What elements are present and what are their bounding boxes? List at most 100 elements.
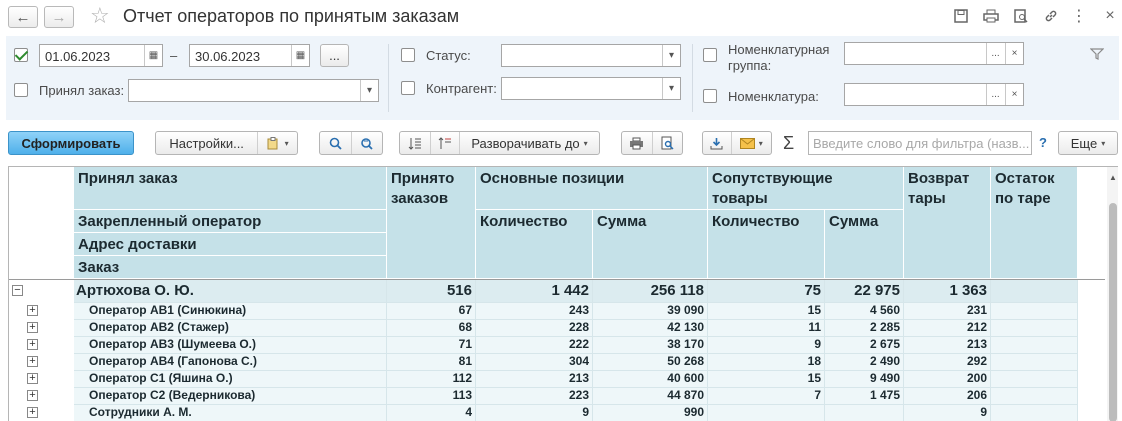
date-separator: – [170, 48, 178, 63]
row-accepted: 71 [458, 337, 472, 351]
accepted-checkbox[interactable] [14, 83, 28, 97]
expand-icon[interactable]: + [27, 356, 38, 367]
date-from-field[interactable]: 01.06.2023 ▦ [39, 44, 163, 67]
row-rel-sum: 4 560 [869, 303, 900, 317]
row-rest [991, 353, 1074, 370]
variants-icon[interactable]: ▾ [257, 132, 297, 154]
more-button[interactable]: Еще ▾ [1058, 131, 1118, 155]
header-return-line1: Возврат [908, 170, 970, 187]
download-icon[interactable] [703, 132, 731, 154]
grid-line [74, 319, 1078, 320]
filter-funnel-icon[interactable] [1089, 47, 1105, 64]
forward-button[interactable]: → [44, 6, 74, 28]
preview-icon[interactable] [1011, 6, 1031, 26]
nomenclature-field[interactable]: ... × [844, 83, 1024, 106]
print-group [621, 131, 683, 155]
print-preview-icon[interactable] [651, 132, 683, 154]
find-next-icon[interactable] [351, 132, 382, 154]
arrow-left-icon: ← [15, 8, 31, 26]
row-return: 292 [966, 354, 987, 368]
grid-line [592, 280, 593, 421]
export-group: ▾ [702, 131, 772, 155]
header-rest: Остаток по таре [991, 167, 1078, 279]
row-qty: 222 [568, 337, 589, 351]
group-qty: 1 442 [551, 282, 589, 299]
status-checkbox[interactable] [401, 48, 415, 62]
expand-all-icon[interactable] [400, 132, 430, 154]
choose-button[interactable]: ... [986, 43, 1004, 64]
expand-icon[interactable]: + [27, 373, 38, 384]
calendar-icon[interactable]: ▦ [144, 45, 162, 66]
divider [388, 44, 389, 112]
row-rel-sum [825, 404, 900, 421]
header-address: Адрес доставки [74, 233, 387, 256]
collapse-icon[interactable]: − [12, 285, 23, 296]
counterparty-label: Контрагент: [426, 81, 497, 96]
expand-to-label: Разворачивать до [471, 135, 580, 151]
settings-button[interactable]: Настройки... ▾ [155, 131, 298, 155]
accepted-field[interactable]: ▾ [128, 79, 379, 102]
grid-line [824, 280, 825, 421]
row-qty: 223 [568, 388, 589, 402]
counterparty-checkbox[interactable] [401, 81, 415, 95]
search-input[interactable]: Введите слово для фильтра (назв... [808, 131, 1032, 155]
help-icon[interactable]: ? [1039, 135, 1047, 150]
arrow-right-icon: → [51, 8, 67, 26]
grid-line [386, 280, 387, 421]
row-name: Оператор С1 (Яшина О.) [89, 371, 233, 385]
back-button[interactable]: ← [8, 6, 38, 28]
clear-icon[interactable]: × [1005, 84, 1023, 105]
expand-icon[interactable]: + [27, 339, 38, 350]
row-qty: 9 [582, 405, 589, 419]
row-name: Сотрудники А. М. [89, 405, 192, 419]
choose-button[interactable]: ... [986, 84, 1004, 105]
collapse-all-icon[interactable] [430, 132, 459, 154]
generate-button[interactable]: Сформировать [8, 131, 134, 155]
nom-group-checkbox[interactable] [703, 48, 717, 62]
row-name: Оператор АВ1 (Синюкина) [89, 303, 247, 317]
clear-icon[interactable]: × [1005, 43, 1023, 64]
expand-icon[interactable]: + [27, 305, 38, 316]
print-icon[interactable] [622, 132, 652, 154]
expand-icon[interactable]: + [27, 390, 38, 401]
print-icon[interactable] [981, 6, 1001, 26]
nomenclature-checkbox[interactable] [703, 89, 717, 103]
header-rest-line1: Остаток [995, 170, 1055, 187]
period-checkbox[interactable] [14, 48, 28, 62]
date-from-value: 01.06.2023 [45, 49, 111, 64]
status-field[interactable]: ▾ [501, 44, 681, 67]
header-return: Возврат тары [904, 167, 991, 279]
header-related-line1: Сопутствующие [712, 170, 833, 187]
expand-icon[interactable]: + [27, 322, 38, 333]
counterparty-field[interactable]: ▾ [501, 77, 681, 100]
header-accepted-count-line2: заказов [391, 190, 449, 207]
link-icon[interactable] [1041, 6, 1061, 26]
chevron-down-icon[interactable]: ▾ [360, 80, 378, 101]
calendar-icon[interactable]: ▦ [291, 45, 309, 66]
save-icon[interactable] [951, 6, 971, 26]
favorite-star-icon[interactable]: ☆ [90, 3, 110, 29]
date-to-field[interactable]: 30.06.2023 ▦ [189, 44, 310, 67]
header-accepted: Принял заказ [74, 167, 387, 210]
more-menu-icon[interactable]: ⋮ [1069, 6, 1089, 26]
nom-group-field[interactable]: ... × [844, 42, 1024, 65]
row-rel-qty: 15 [807, 303, 821, 317]
scroll-thumb[interactable] [1109, 203, 1117, 421]
close-icon[interactable]: × [1100, 6, 1120, 26]
scroll-up-icon[interactable]: ▲ [1109, 173, 1117, 182]
period-select-button[interactable]: ... [320, 44, 349, 67]
email-icon[interactable]: ▾ [730, 132, 771, 154]
divider [692, 44, 693, 112]
filter-panel: 01.06.2023 ▦ – 30.06.2023 ▦ ... Принял з… [6, 36, 1119, 120]
expand-icon[interactable]: + [27, 407, 38, 418]
chevron-down-icon[interactable]: ▾ [662, 45, 680, 66]
search-icon[interactable] [320, 132, 351, 154]
sum-icon[interactable]: Σ [783, 133, 794, 154]
row-return: 206 [966, 388, 987, 402]
vertical-scrollbar[interactable]: ▲ [1107, 167, 1118, 421]
row-rel-sum: 2 490 [869, 354, 900, 368]
row-return: 213 [966, 337, 987, 351]
expand-to-button[interactable]: Разворачивать до ▾ [459, 132, 599, 154]
row-name: Оператор АВ2 (Стажер) [89, 320, 229, 334]
chevron-down-icon[interactable]: ▾ [662, 78, 680, 99]
